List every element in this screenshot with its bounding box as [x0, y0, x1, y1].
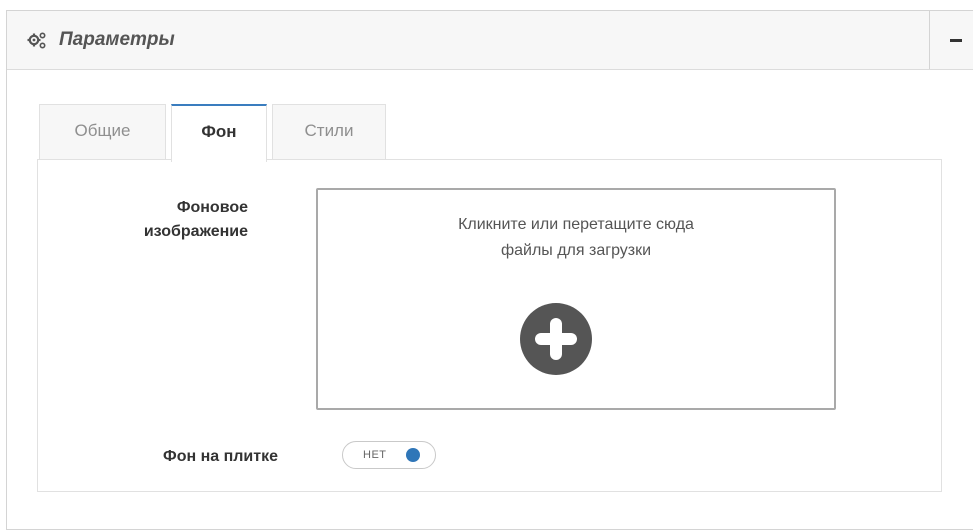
- plus-circle-icon: [520, 303, 592, 375]
- tile-background-label: Фон на плитке: [163, 448, 278, 465]
- gears-icon: [27, 32, 46, 49]
- panel-header: Параметры: [7, 11, 973, 70]
- tab-background[interactable]: Фон: [171, 104, 267, 162]
- collapse-button[interactable]: [929, 11, 973, 69]
- dropzone-text: Кликните или перетащите сюда файлы для з…: [458, 216, 694, 259]
- background-image-label: Фоновое изображение: [143, 199, 248, 240]
- background-tab-content: Фоновое изображение Кликните или перетащ…: [37, 159, 942, 492]
- file-dropzone[interactable]: Кликните или перетащите сюда файлы для з…: [316, 188, 836, 410]
- panel-title: Параметры: [59, 29, 175, 50]
- toggle-state-text: НЕТ: [363, 449, 387, 461]
- toggle-knob: [406, 448, 420, 462]
- parameters-panel: Параметры Общие Фон Стили Фоновое изобра…: [6, 10, 973, 530]
- tab-general[interactable]: Общие: [39, 104, 166, 160]
- tile-background-toggle[interactable]: НЕТ: [342, 441, 436, 469]
- tab-styles[interactable]: Стили: [272, 104, 386, 160]
